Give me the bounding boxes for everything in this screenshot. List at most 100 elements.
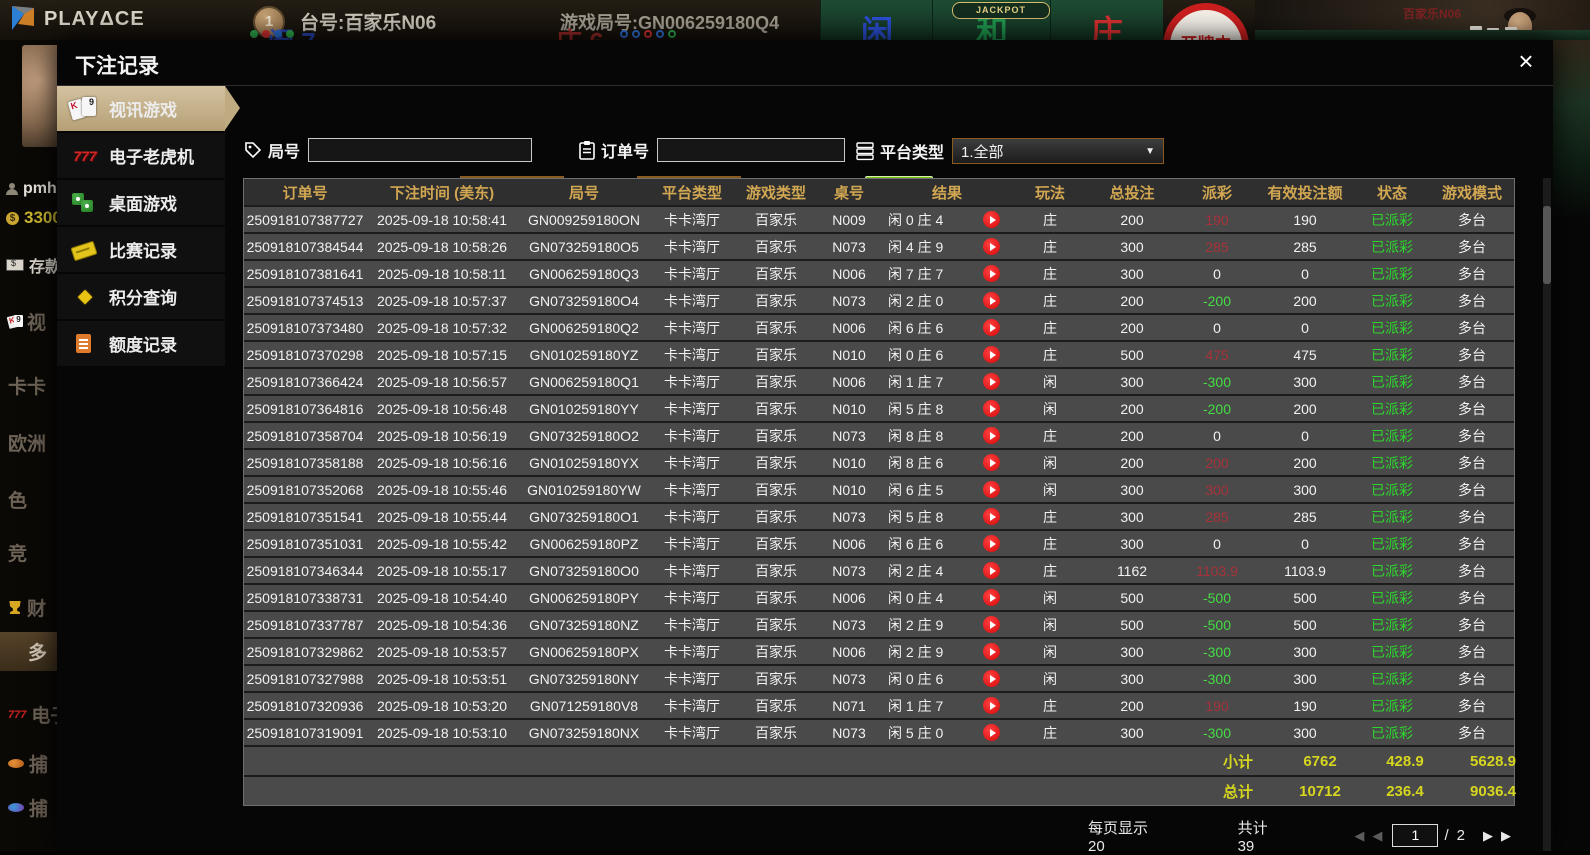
table-row[interactable]: 250918107351031 2025-09-18 10:55:42 GN00… (244, 531, 1514, 556)
platform-type-select[interactable]: 1.全部 ▼ (952, 138, 1164, 164)
grand-total-payout: 236.4 (1366, 783, 1444, 800)
table-row[interactable]: 250918107358704 2025-09-18 10:56:19 GN07… (244, 423, 1514, 448)
table-row[interactable]: 250918107319091 2025-09-18 10:53:10 GN07… (244, 720, 1514, 745)
table-row[interactable]: 250918107370298 2025-09-18 10:57:15 GN01… (244, 342, 1514, 367)
replay-icon[interactable] (983, 562, 1000, 579)
bg-menu-fragment[interactable]: 欧洲 (8, 429, 46, 456)
menu-item-video-games[interactable]: K9 视讯游戏 (57, 86, 225, 131)
table-row[interactable]: 250918107346344 2025-09-18 10:55:17 GN07… (244, 558, 1514, 583)
cell-table-no: N010 (818, 482, 880, 498)
bg-menu-fragment[interactable]: 777电子 (8, 701, 57, 728)
table-row[interactable]: 250918107320936 2025-09-18 10:53:20 GN07… (244, 693, 1514, 718)
cell-platform: 卡卡湾厅 (650, 399, 734, 419)
diamond-icon: ◆ (69, 284, 101, 310)
table-row[interactable]: 250918107373480 2025-09-18 10:57:32 GN00… (244, 315, 1514, 340)
replay-icon[interactable] (983, 616, 1000, 633)
cell-platform: 卡卡湾厅 (650, 696, 734, 716)
last-page-button[interactable]: ▶ (1497, 828, 1515, 844)
replay-icon[interactable] (983, 535, 1000, 552)
scrollbar-thumb[interactable] (1543, 206, 1551, 284)
first-page-button[interactable]: ◀ (1350, 828, 1368, 844)
page-input[interactable]: 1 (1392, 824, 1438, 847)
cell-table-no: N010 (818, 455, 880, 471)
cell-status: 已派彩 (1354, 534, 1430, 554)
table-row[interactable]: 250918107364816 2025-09-18 10:56:48 GN01… (244, 396, 1514, 421)
table-row[interactable]: 250918107358188 2025-09-18 10:56:16 GN01… (244, 450, 1514, 475)
cell-payout: 190 (1178, 212, 1256, 228)
cell-table-no: N073 (818, 293, 880, 309)
table-header-cell: 总投注 (1086, 182, 1178, 203)
replay-icon[interactable] (983, 643, 1000, 660)
table-row[interactable]: 250918107374513 2025-09-18 10:57:37 GN07… (244, 288, 1514, 313)
menu-item-points-query[interactable]: ◆ 积分查询 (57, 274, 225, 319)
table-row[interactable]: 250918107338731 2025-09-18 10:54:40 GN00… (244, 585, 1514, 610)
cell-round-no: GN006259180PZ (518, 536, 650, 552)
replay-icon[interactable] (983, 319, 1000, 336)
menu-item-match-records[interactable]: 比赛记录 (57, 227, 225, 272)
cell-round-no: GN006259180Q3 (518, 266, 650, 282)
replay-icon[interactable] (983, 481, 1000, 498)
cell-status: 已派彩 (1354, 264, 1430, 284)
cell-result: 闲 1 庄 7 (880, 696, 1014, 716)
cell-platform: 卡卡湾厅 (650, 237, 734, 257)
cell-result: 闲 2 庄 0 (880, 291, 1014, 311)
replay-icon[interactable] (983, 427, 1000, 444)
cell-game-mode: 多台 (1430, 399, 1514, 419)
order-no-input[interactable] (657, 138, 845, 162)
bg-menu-fragment[interactable]: 色 (8, 486, 27, 513)
replay-icon[interactable] (983, 400, 1000, 417)
cell-game-type: 百家乐 (734, 318, 818, 338)
replay-icon[interactable] (983, 373, 1000, 390)
menu-item-quota-records[interactable]: 额度记录 (57, 321, 225, 366)
replay-icon[interactable] (983, 670, 1000, 687)
replay-icon[interactable] (983, 697, 1000, 714)
table-row[interactable]: 250918107384544 2025-09-18 10:58:26 GN07… (244, 234, 1514, 259)
table-row[interactable]: 250918107327988 2025-09-18 10:53:51 GN07… (244, 666, 1514, 691)
replay-icon[interactable] (983, 724, 1000, 741)
table-row[interactable]: 250918107381641 2025-09-18 10:58:11 GN00… (244, 261, 1514, 286)
cell-platform: 卡卡湾厅 (650, 372, 734, 392)
replay-icon[interactable] (983, 454, 1000, 471)
prev-page-button[interactable]: ◀ (1368, 828, 1386, 844)
replay-icon[interactable] (983, 346, 1000, 363)
replay-icon[interactable] (983, 238, 1000, 255)
close-icon[interactable]: × (1511, 46, 1541, 76)
table-row[interactable]: 250918107387727 2025-09-18 10:58:41 GN00… (244, 207, 1514, 232)
replay-icon[interactable] (983, 508, 1000, 525)
bet-zone-player[interactable]: 闲 (820, 0, 933, 40)
deposit-button[interactable]: 存款 (6, 253, 57, 277)
replay-icon[interactable] (983, 211, 1000, 228)
replay-icon[interactable] (983, 265, 1000, 282)
table-row[interactable]: 250918107352068 2025-09-18 10:55:46 GN01… (244, 477, 1514, 502)
scrollbar[interactable] (1543, 178, 1551, 851)
bg-menu-fragment[interactable]: 竞 (8, 539, 27, 566)
replay-icon[interactable] (983, 589, 1000, 606)
menu-item-table-games[interactable]: 桌面游戏 (57, 180, 225, 225)
bet-zone-banker[interactable]: 庄 (1050, 0, 1163, 40)
cell-play-type: 庄 (1014, 345, 1086, 365)
bg-menu-fragment[interactable]: 视 (8, 308, 46, 335)
menu-item-slots[interactable]: 777 电子老虎机 (57, 133, 225, 178)
bg-menu-fragment[interactable]: 捕 (8, 794, 48, 821)
bg-menu-fragment[interactable]: 多 (0, 632, 57, 671)
cell-platform: 卡卡湾厅 (650, 480, 734, 500)
table-header-cell: 游戏模式 (1430, 182, 1514, 203)
next-page-button[interactable]: ▶ (1479, 828, 1497, 844)
bg-menu-fragment[interactable]: 捕 (8, 750, 48, 777)
table-row[interactable]: 250918107337787 2025-09-18 10:54:36 GN07… (244, 612, 1514, 637)
replay-icon[interactable] (983, 292, 1000, 309)
table-row[interactable]: 250918107329862 2025-09-18 10:53:57 GN00… (244, 639, 1514, 664)
round-no-input[interactable] (308, 138, 532, 162)
cell-round-no: GN073259180NY (518, 671, 650, 687)
table-header-cell: 下注时间 (美东) (366, 182, 518, 203)
bg-menu-fragment[interactable]: 财 (8, 594, 46, 621)
cell-payout: 0 (1178, 320, 1256, 336)
table-header-cell: 状态 (1354, 182, 1430, 203)
bg-menu-fragment[interactable]: 卡卡 (8, 372, 46, 399)
table-row[interactable]: 250918107366424 2025-09-18 10:56:57 GN00… (244, 369, 1514, 394)
cell-play-type: 庄 (1014, 696, 1086, 716)
table-row[interactable]: 250918107351541 2025-09-18 10:55:44 GN07… (244, 504, 1514, 529)
dealer-video-feed: 百家乐N06 (1255, 0, 1590, 40)
cell-valid-bet: 285 (1256, 509, 1354, 525)
cell-order-no: 250918107327988 (244, 671, 366, 687)
